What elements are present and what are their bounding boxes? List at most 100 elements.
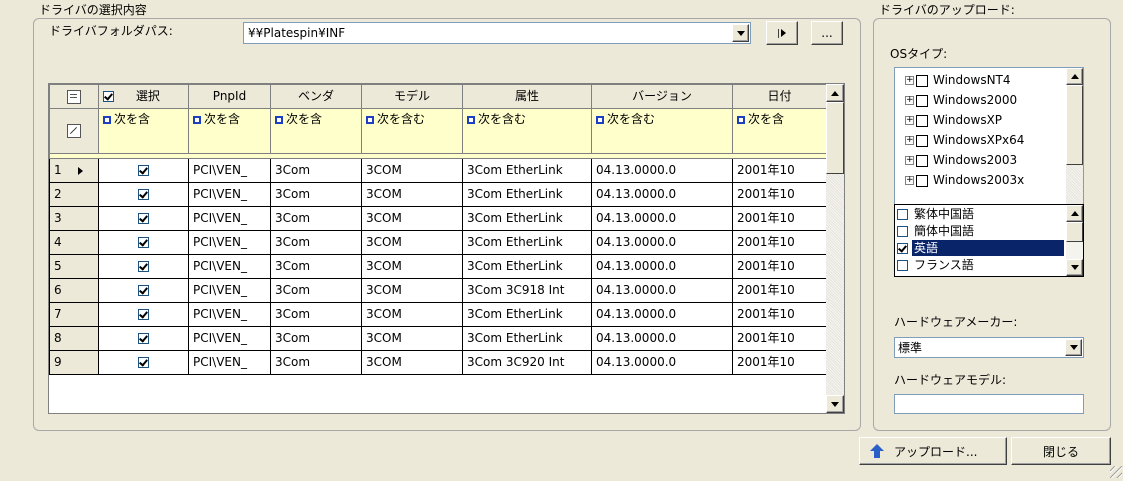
cell-model[interactable]: 3COM (361, 350, 463, 375)
row-select-checkbox[interactable] (138, 165, 149, 176)
row-select-checkbox[interactable] (138, 189, 149, 200)
cell-attribute[interactable]: 3Com EtherLink (462, 254, 592, 279)
language-checkbox[interactable] (897, 226, 908, 237)
cell-model[interactable]: 3COM (361, 254, 463, 279)
filter-cell-date[interactable]: 次を含 (732, 108, 827, 154)
folder-go-button[interactable] (766, 21, 798, 45)
expand-icon[interactable]: + (905, 76, 914, 85)
expand-icon[interactable]: + (905, 176, 914, 185)
row-select-checkbox[interactable] (138, 261, 149, 272)
cell-vendor[interactable]: 3Com (270, 326, 362, 351)
cell-pnpid[interactable]: PCI\VEN_ (188, 230, 271, 255)
row-select-checkbox[interactable] (138, 333, 149, 344)
scroll-thumb[interactable] (826, 102, 844, 174)
table-row[interactable]: 8 PCI\VEN_ 3Com 3COM 3Com EtherLink 04.13.000… (49, 326, 827, 351)
filter-cell-attribute[interactable]: 次を含む (462, 108, 592, 154)
cell-select[interactable] (98, 206, 189, 231)
column-header-date[interactable]: 日付 (732, 84, 827, 109)
cell-attribute[interactable]: 3Com 3C918 Int (462, 278, 592, 303)
cell-version[interactable]: 04.13.0000.0 (591, 230, 733, 255)
os-tree-item[interactable]: + Windows2003 (905, 150, 1017, 170)
expand-icon[interactable]: + (905, 96, 914, 105)
cell-pnpid[interactable]: PCI\VEN_ (188, 278, 271, 303)
os-checkbox[interactable] (916, 74, 928, 87)
table-row[interactable]: 6 PCI\VEN_ 3Com 3COM 3Com 3C918 Int 04.13.000… (49, 278, 827, 303)
cell-date[interactable]: 2001年10 (732, 230, 827, 255)
os-scroll-thumb[interactable] (1066, 85, 1083, 165)
cell-vendor[interactable]: 3Com (270, 158, 362, 183)
row-header[interactable]: 6 (49, 278, 99, 303)
row-header[interactable]: 8 (49, 326, 99, 351)
cell-attribute[interactable]: 3Com EtherLink (462, 326, 592, 351)
select-all-checkbox[interactable] (103, 91, 114, 102)
row-header[interactable]: 9 (49, 350, 99, 375)
cell-pnpid[interactable]: PCI\VEN_ (188, 182, 271, 207)
browse-button[interactable]: ... (811, 21, 843, 45)
filter-cell-select[interactable]: 次を含 (98, 108, 189, 154)
language-item[interactable]: 繁体中国語 (897, 206, 1063, 222)
driver-grid[interactable]: 選択 PnpId ベンダ モデル 属性 バージョン 日付 次を含 次を含 次を含… (48, 83, 845, 414)
table-row[interactable]: 5 PCI\VEN_ 3Com 3COM 3Com EtherLink 04.13.000… (49, 254, 827, 279)
table-row[interactable]: 1 PCI\VEN_ 3Com 3COM 3Com EtherLink 04.13.000… (49, 158, 827, 183)
cell-date[interactable]: 2001年10 (732, 350, 827, 375)
cell-date[interactable]: 2001年10 (732, 158, 827, 183)
cell-date[interactable]: 2001年10 (732, 206, 827, 231)
resize-grip-icon[interactable] (1110, 466, 1122, 478)
row-select-checkbox[interactable] (138, 309, 149, 320)
column-header-vendor[interactable]: ベンダ (270, 84, 362, 109)
cell-vendor[interactable]: 3Com (270, 206, 362, 231)
cell-select[interactable] (98, 302, 189, 327)
scroll-track[interactable] (826, 174, 844, 395)
hardware-maker-dropdown-button[interactable] (1065, 339, 1082, 356)
cell-version[interactable]: 04.13.0000.0 (591, 206, 733, 231)
row-select-checkbox[interactable] (138, 285, 149, 296)
column-header-version[interactable]: バージョン (591, 84, 733, 109)
cell-select[interactable] (98, 158, 189, 183)
cell-attribute[interactable]: 3Com EtherLink (462, 230, 592, 255)
cell-version[interactable]: 04.13.0000.0 (591, 278, 733, 303)
cell-model[interactable]: 3COM (361, 278, 463, 303)
row-header[interactable]: 2 (49, 182, 99, 207)
os-scroll-up-button[interactable] (1066, 68, 1083, 85)
table-row[interactable]: 3 PCI\VEN_ 3Com 3COM 3Com EtherLink 04.13.000… (49, 206, 827, 231)
row-select-checkbox[interactable] (138, 213, 149, 224)
cell-select[interactable] (98, 182, 189, 207)
language-checkbox[interactable] (897, 260, 908, 271)
cell-pnpid[interactable]: PCI\VEN_ (188, 206, 271, 231)
cell-model[interactable]: 3COM (361, 158, 463, 183)
os-tree-item[interactable]: + WindowsNT4 (905, 70, 1011, 90)
cell-version[interactable]: 04.13.0000.0 (591, 350, 733, 375)
language-listbox[interactable]: 繁体中国語 簡体中国語 英語 フランス語 (894, 204, 1084, 277)
language-item[interactable]: フランス語 (897, 257, 1063, 273)
folder-dropdown-button[interactable] (732, 24, 749, 42)
table-row[interactable]: 4 PCI\VEN_ 3Com 3COM 3Com EtherLink 04.13.000… (49, 230, 827, 255)
row-select-checkbox[interactable] (138, 357, 149, 368)
cell-version[interactable]: 04.13.0000.0 (591, 326, 733, 351)
cell-select[interactable] (98, 326, 189, 351)
cell-select[interactable] (98, 254, 189, 279)
cell-pnpid[interactable]: PCI\VEN_ (188, 302, 271, 327)
cell-vendor[interactable]: 3Com (270, 302, 362, 327)
column-chooser-icon[interactable] (67, 89, 81, 104)
row-header[interactable]: 1 (49, 158, 99, 183)
cell-date[interactable]: 2001年10 (732, 278, 827, 303)
language-item[interactable]: 簡体中国語 (897, 223, 1063, 239)
column-header-select[interactable]: 選択 (98, 84, 189, 109)
cell-pnpid[interactable]: PCI\VEN_ (188, 350, 271, 375)
filter-row-header[interactable] (49, 108, 99, 154)
cell-date[interactable]: 2001年10 (732, 326, 827, 351)
cell-date[interactable]: 2001年10 (732, 302, 827, 327)
cell-attribute[interactable]: 3Com EtherLink (462, 182, 592, 207)
upload-button[interactable]: アップロード... (859, 437, 1007, 465)
cell-pnpid[interactable]: PCI\VEN_ (188, 326, 271, 351)
driver-folder-path-combobox[interactable]: ¥¥Platespin¥INF (243, 22, 751, 44)
cell-vendor[interactable]: 3Com (270, 350, 362, 375)
cell-attribute[interactable]: 3Com EtherLink (462, 302, 592, 327)
cell-attribute[interactable]: 3Com EtherLink (462, 206, 592, 231)
expand-icon[interactable]: + (905, 116, 914, 125)
column-header-attribute[interactable]: 属性 (462, 84, 592, 109)
cell-version[interactable]: 04.13.0000.0 (591, 182, 733, 207)
cell-model[interactable]: 3COM (361, 302, 463, 327)
cell-attribute[interactable]: 3Com EtherLink (462, 158, 592, 183)
hardware-model-input[interactable] (894, 394, 1084, 414)
